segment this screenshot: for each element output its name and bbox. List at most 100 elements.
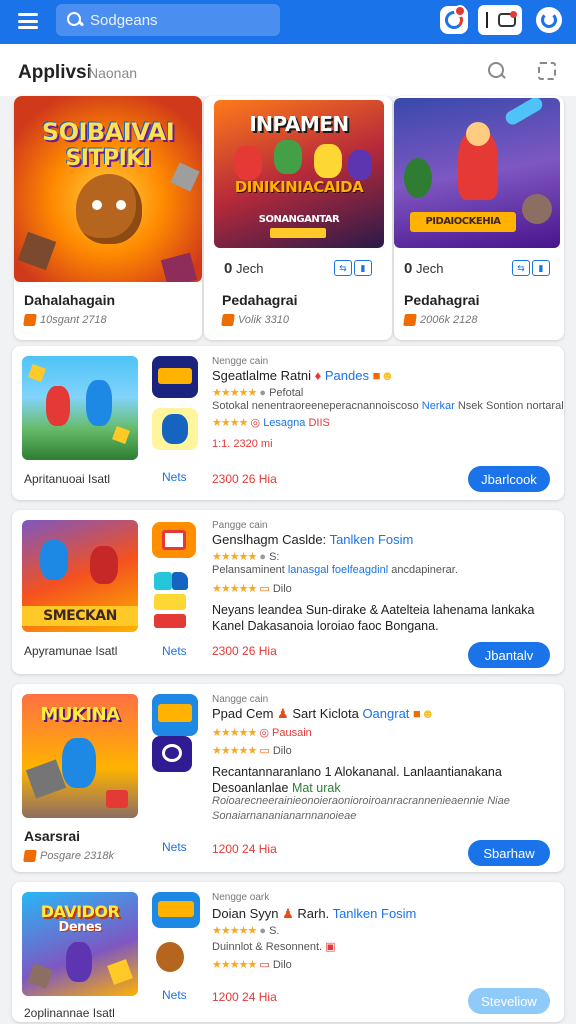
publisher-icon: [403, 314, 417, 326]
search-icon: [66, 11, 84, 29]
featured-card[interactable]: PIDAIOCKEHIA 0 Jech ⇆ ▮ Pedahagrai 2006k …: [394, 96, 564, 340]
developer: Pangge cain: [212, 520, 268, 531]
notification-badge: [454, 5, 466, 17]
price: 2300 26 Hia: [212, 472, 277, 486]
rating-row: ★★★★★ ● Pefotal: [212, 387, 304, 399]
action-icons[interactable]: ⇆ ▮: [334, 260, 372, 276]
featured-meta: 2006k 2128: [403, 314, 478, 326]
nets-label: Nets: [162, 988, 187, 1002]
app-icon: [152, 356, 198, 398]
search-input[interactable]: [90, 11, 270, 29]
app-title: Doian Syyn ♟ Rarh. Tanlken Fosim: [212, 906, 417, 921]
flag-icon[interactable]: ▮: [532, 260, 550, 276]
price: 1200 24 Hia: [212, 842, 277, 856]
rating-row: ★★★★★ ◎ Pausain: [212, 727, 312, 739]
art-caption: PIDAIOCKEHIA: [425, 216, 501, 227]
install-button[interactable]: Jbarlcook: [468, 466, 550, 492]
app-title: Genslhagm Caslde: Tanlken Fosim: [212, 532, 414, 547]
app-name: Asarsrai: [24, 828, 81, 844]
install-button[interactable]: Steveliow: [468, 988, 550, 1014]
app-description: Recantannaranlano 1 Alokananal. Lanlaant…: [212, 765, 502, 795]
star-rating: ★★★★★: [212, 387, 257, 399]
page-title: Applivsi: [18, 62, 92, 83]
share-icon[interactable]: ⇆: [334, 260, 352, 276]
star-rating: ★★★★★: [212, 727, 257, 739]
featured-name: Dahalahagain: [24, 292, 116, 308]
search-icon[interactable]: [486, 60, 508, 82]
install-info: Apyramunae Isatl: [24, 644, 118, 658]
featured-name: Pedahagrai: [404, 292, 480, 308]
star-rating: ★★★★★: [212, 745, 257, 757]
app-list-item[interactable]: DAVIDOR Denes Nengge oark Doian Syyn ♟ R…: [12, 882, 564, 1022]
app-icon: [152, 408, 198, 450]
publisher-icon: [23, 850, 37, 862]
install-info: 2oplinannae Isatl: [24, 1006, 115, 1020]
art-title: SOIBAIVAI: [41, 118, 175, 146]
grid-view-icon[interactable]: [538, 62, 556, 80]
featured-card[interactable]: SOIBAIVAI SITPIKI Dahalahagain 10sgant 2…: [14, 96, 202, 340]
app-icon: [152, 694, 198, 736]
game-artwork: INPAMEN DINIKINIACAIDA SONANGANTAR: [214, 100, 384, 248]
camera-button[interactable]: [478, 5, 522, 35]
featured-card[interactable]: INPAMEN DINIKINIACAIDA SONANGANTAR 0 Jec…: [204, 96, 392, 340]
art-subtitle: Denes: [58, 920, 102, 935]
app-title: Ppad Cem ♟ Sart Kiclota Oangrat ■☻: [212, 706, 435, 721]
star-rating: ★★★★★: [212, 551, 257, 563]
game-artwork: MUKINA: [22, 694, 138, 818]
search-bar[interactable]: [56, 4, 280, 36]
app-icon: [152, 892, 200, 928]
menu-icon[interactable]: [18, 13, 38, 29]
share-icon[interactable]: ⇆: [512, 260, 530, 276]
art-subtitle: DINIKINIACAIDA: [234, 178, 364, 196]
developer: Nengge cain: [212, 356, 269, 367]
game-artwork: PIDAIOCKEHIA: [394, 98, 560, 248]
game-artwork: [22, 356, 138, 460]
developer: Nengge oark: [212, 892, 270, 903]
app-description-secondary: Roioarecneerainieonoieraonioroiroanracra…: [212, 795, 510, 822]
price: 1200 24 Hia: [212, 990, 277, 1004]
publisher-icon: [23, 314, 37, 326]
rating-row: ★★★★★ ▭ Dilo: [212, 959, 292, 971]
power-button[interactable]: [536, 7, 562, 33]
app-list-item[interactable]: SMECKAN Pangge cain Genslhagm Caslde: Ta…: [12, 510, 564, 674]
info-line: 1:1. 2320 mi: [212, 438, 273, 450]
publisher-icon: [221, 314, 235, 326]
price: 2300 26 Hia: [212, 644, 277, 658]
install-button[interactable]: Sbarhaw: [468, 840, 550, 866]
nets-label: Nets: [162, 644, 187, 658]
star-rating: ★★★★★: [212, 959, 257, 971]
art-subtitle: SITPIKI: [65, 146, 151, 171]
nets-label: Nets: [162, 470, 187, 484]
star-rating: ★★★★★: [212, 925, 257, 937]
app-icon-stack: [152, 572, 188, 632]
rating-row: ★★★★★ ● S:: [212, 551, 280, 563]
app-icon: [152, 736, 192, 772]
art-title: SMECKAN: [43, 608, 117, 624]
description-line: Duinnlot & Resonnent. ▣: [212, 941, 336, 953]
flag-icon[interactable]: ▮: [354, 260, 372, 276]
art-caption: SONANGANTAR: [258, 214, 340, 225]
app-list-item[interactable]: MUKINA Nangge cain Ppad Cem ♟ Sart Kiclo…: [12, 684, 564, 872]
star-rating: ★★★★★: [212, 583, 257, 595]
game-artwork: SMECKAN: [22, 520, 138, 632]
art-title: DAVIDOR: [40, 902, 120, 921]
page-subtitle: Naonan: [88, 65, 138, 81]
rating-row: ★★★★★ ▭ Dilo: [212, 745, 292, 757]
description-line: Pelansaminent lanasgal foelfeagdinl ancd…: [212, 564, 458, 576]
bear-character: [76, 174, 142, 244]
rank: 0 Jech: [404, 260, 444, 277]
install-button[interactable]: Jbantalv: [468, 642, 550, 668]
nets-label: Nets: [162, 840, 187, 854]
app-meta: Posgare 2318k: [23, 850, 114, 862]
app-list-item[interactable]: Nengge cain Sgeatlalme Ratni ♦ Pandes ■☻…: [12, 346, 564, 500]
art-title: INPAMEN: [249, 112, 349, 136]
camera-icon: [498, 11, 517, 27]
divider: [486, 12, 488, 28]
app-title: Sgeatlalme Ratni ♦ Pandes ■☻: [212, 368, 395, 383]
game-artwork: SOIBAIVAI SITPIKI: [14, 96, 202, 282]
rating-row: ★★★★★ ● S.: [212, 925, 280, 937]
action-icons[interactable]: ⇆ ▮: [512, 260, 550, 276]
star-rating: ★★★★: [212, 417, 248, 429]
app-icon: [152, 522, 196, 558]
featured-name: Pedahagrai: [222, 292, 298, 308]
